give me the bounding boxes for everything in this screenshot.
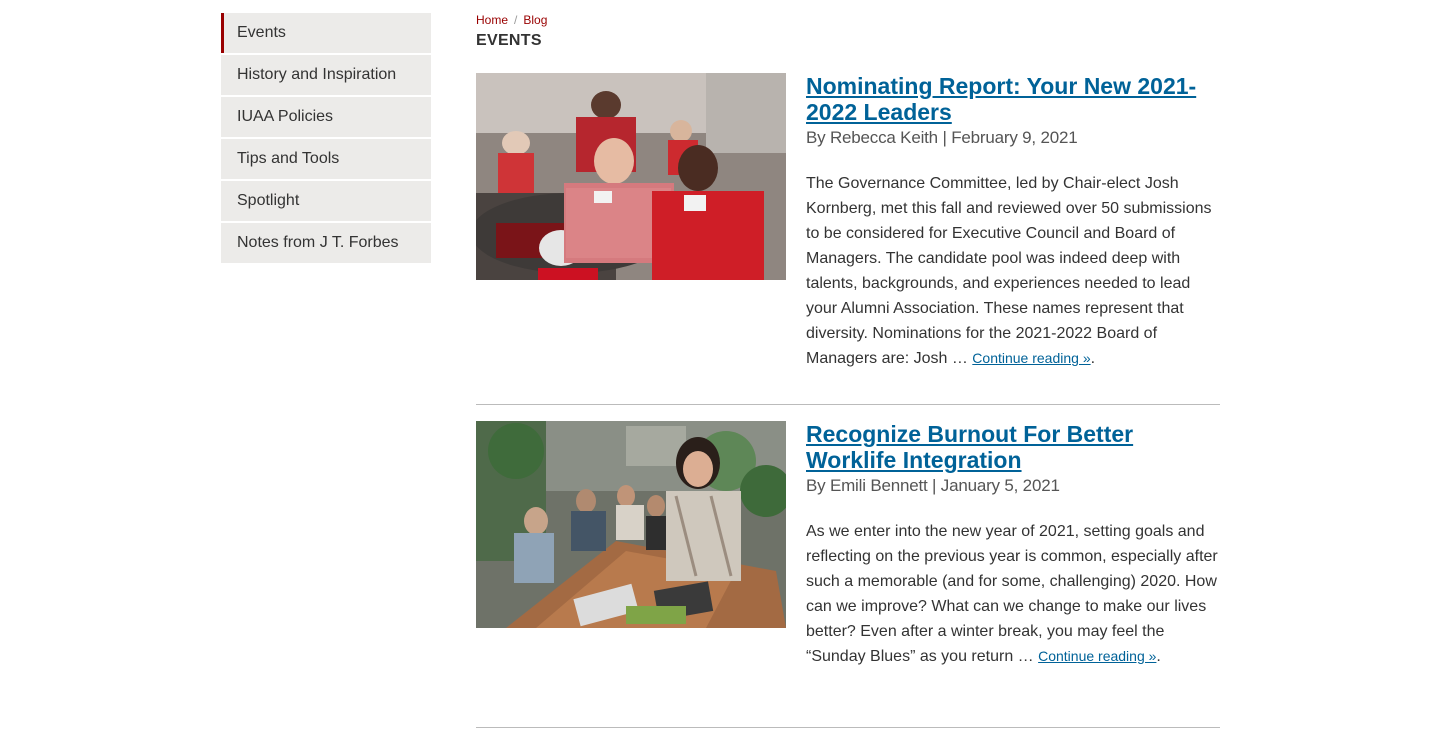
continue-reading-link[interactable]: Continue reading » [1038, 648, 1156, 664]
post-divider [476, 404, 1220, 405]
breadcrumb-home-link[interactable]: Home [476, 13, 508, 27]
main-content: Home / Blog EVENTS Nominating Report: Yo… [476, 12, 1220, 728]
post-excerpt: The Governance Committee, led by Chair-e… [806, 171, 1220, 371]
breadcrumb-blog-link[interactable]: Blog [523, 13, 547, 27]
post-image-team-meeting[interactable] [476, 421, 786, 628]
post-body: Nominating Report: Your New 2021-2022 Le… [806, 73, 1220, 371]
post-byline: By Rebecca Keith | February 9, 2021 [806, 128, 1078, 147]
post-body: Recognize Burnout For Better Worklife In… [806, 421, 1220, 669]
post-title-link[interactable]: Nominating Report: Your New 2021-2022 Le… [806, 73, 1220, 125]
continue-reading-link[interactable]: Continue reading » [972, 350, 1090, 366]
sidebar-item-tips-and-tools[interactable]: Tips and Tools [221, 139, 431, 179]
post-title-link[interactable]: Recognize Burnout For Better Worklife In… [806, 421, 1220, 473]
post-image-group-photo[interactable] [476, 73, 786, 280]
sidebar-nav: Events History and Inspiration IUAA Poli… [221, 13, 431, 265]
sidebar-item-iuaa-policies[interactable]: IUAA Policies [221, 97, 431, 137]
post-excerpt-trail: . [1090, 350, 1096, 367]
post-excerpt-trail: . [1156, 648, 1161, 665]
sidebar-item-history-and-inspiration[interactable]: History and Inspiration [221, 55, 431, 95]
post-divider [476, 727, 1220, 728]
page-title: EVENTS [476, 32, 542, 49]
breadcrumb: Home / Blog [476, 12, 1220, 28]
sidebar-item-spotlight[interactable]: Spotlight [221, 181, 431, 221]
sidebar-item-notes-from-jt-forbes[interactable]: Notes from J T. Forbes [221, 223, 431, 263]
post-excerpt-text: As we enter into the new year of 2021, s… [806, 523, 1218, 665]
post-excerpt: As we enter into the new year of 2021, s… [806, 519, 1220, 669]
post-excerpt-text: The Governance Committee, led by Chair-e… [806, 175, 1212, 367]
breadcrumb-separator: / [514, 13, 518, 27]
sidebar-item-events[interactable]: Events [221, 13, 431, 53]
post-byline: By Emili Bennett | January 5, 2021 [806, 476, 1060, 495]
